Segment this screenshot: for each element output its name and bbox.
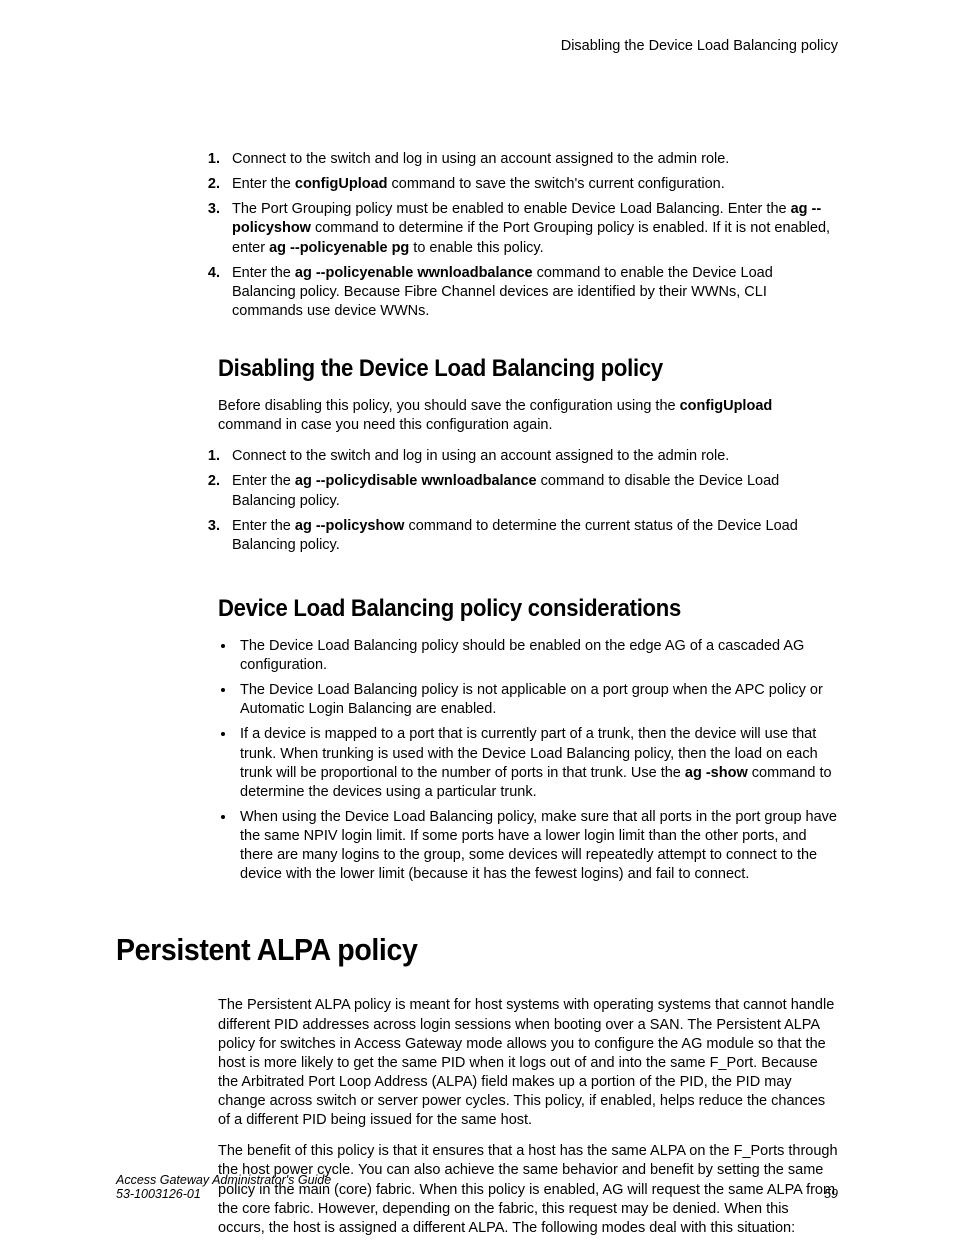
cmd: ag --policyshow xyxy=(295,518,405,534)
running-header: Disabling the Device Load Balancing poli… xyxy=(116,38,838,54)
t: to enable this policy. xyxy=(409,240,543,256)
heading-considerations: Device Load Balancing policy considerati… xyxy=(218,595,788,623)
t: command to save the switch's current con… xyxy=(388,176,725,192)
cmd: configUpload xyxy=(295,176,388,192)
page-number: 59 xyxy=(824,1187,838,1201)
footer-left: Access Gateway Administrator's Guide 53-… xyxy=(116,1173,331,1201)
t: The Port Grouping policy must be enabled… xyxy=(232,201,791,217)
heading-disable: Disabling the Device Load Balancing poli… xyxy=(218,355,788,383)
heading-alpa: Persistent ALPA policy xyxy=(116,932,780,968)
cmd: ag --policydisable wwnloadbalance xyxy=(295,473,537,489)
list-item: When using the Device Load Balancing pol… xyxy=(236,808,838,885)
t: Enter the xyxy=(232,265,295,281)
step: Enter the ag --policyshow command to det… xyxy=(224,517,838,555)
doc-title: Access Gateway Administrator's Guide xyxy=(116,1173,331,1187)
step: The Port Grouping policy must be enabled… xyxy=(224,200,838,257)
considerations-list: The Device Load Balancing policy should … xyxy=(236,637,838,885)
disable-steps: Connect to the switch and log in using a… xyxy=(224,447,838,555)
list-item: The Device Load Balancing policy should … xyxy=(236,637,838,675)
alpa-para-1: The Persistent ALPA policy is meant for … xyxy=(218,996,838,1130)
t: Before disabling this policy, you should… xyxy=(218,398,680,414)
cmd: ag -show xyxy=(685,765,748,781)
t: Enter the xyxy=(232,473,295,489)
t: command in case you need this configurat… xyxy=(218,417,553,433)
page-footer: Access Gateway Administrator's Guide 53-… xyxy=(116,1173,838,1201)
step: Enter the ag --policydisable wwnloadbala… xyxy=(224,472,838,510)
step: Enter the ag --policyenable wwnloadbalan… xyxy=(224,264,838,321)
step: Enter the configUpload command to save t… xyxy=(224,175,838,194)
cmd: ag --policyenable pg xyxy=(269,240,409,256)
t: Enter the xyxy=(232,176,295,192)
cmd: ag --policyenable wwnloadbalance xyxy=(295,265,533,281)
cmd: configUpload xyxy=(680,398,773,414)
disable-intro: Before disabling this policy, you should… xyxy=(218,397,838,435)
step: Connect to the switch and log in using a… xyxy=(224,447,838,466)
step: Connect to the switch and log in using a… xyxy=(224,150,838,169)
list-item: If a device is mapped to a port that is … xyxy=(236,725,838,802)
t: Enter the xyxy=(232,518,295,534)
doc-number: 53-1003126-01 xyxy=(116,1187,331,1201)
list-item: The Device Load Balancing policy is not … xyxy=(236,681,838,719)
enable-steps: Connect to the switch and log in using a… xyxy=(224,150,838,321)
